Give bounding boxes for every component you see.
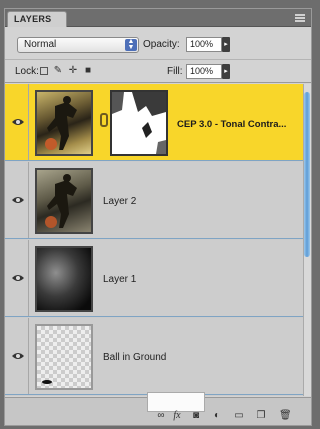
layer-row[interactable]: CEP 3.0 - Tonal Contra... — [5, 84, 305, 161]
visibility-toggle[interactable] — [7, 240, 29, 316]
layer-row[interactable]: Layer 1 — [5, 240, 305, 317]
lock-fill-row: Lock: ✎ ✛ ■ Fill: 100% ▸ — [5, 61, 311, 83]
layers-tab[interactable]: LAYERS — [7, 11, 67, 27]
blend-opacity-row: Normal ▲ ▼ Opacity: 100% ▸ — [5, 28, 311, 60]
opacity-arrow-icon[interactable]: ▸ — [222, 37, 230, 52]
new-layer-icon[interactable]: ❐ — [255, 410, 267, 422]
visibility-toggle[interactable] — [7, 84, 29, 160]
select-arrows-icon: ▲ ▼ — [125, 38, 137, 51]
layer-thumbnail[interactable] — [35, 324, 93, 390]
visibility-toggle[interactable] — [7, 318, 29, 394]
add-mask-icon[interactable]: ◙ — [190, 410, 202, 422]
scrollbar-thumb[interactable] — [304, 92, 310, 257]
layers-panel: LAYERS Normal ▲ ▼ Opacity: 100% ▸ Lock: ✎… — [4, 8, 312, 426]
layer-name[interactable]: Ball in Ground — [103, 352, 166, 363]
trash-icon[interactable]: 🗑 — [279, 410, 292, 422]
layer-name[interactable]: Layer 2 — [103, 196, 136, 207]
layer-row[interactable]: Layer 2 — [5, 162, 305, 239]
blend-mode-select[interactable]: Normal ▲ ▼ — [17, 37, 139, 53]
fill-arrow-icon[interactable]: ▸ — [222, 64, 230, 79]
new-group-icon[interactable]: ▭ — [233, 410, 245, 422]
opacity-field[interactable]: 100% — [186, 37, 222, 52]
eye-icon — [12, 119, 24, 125]
layer-thumbnail[interactable] — [35, 90, 93, 156]
mask-thumbnail[interactable] — [110, 90, 168, 156]
layer-name[interactable]: Layer 1 — [103, 274, 136, 285]
eye-icon — [12, 197, 24, 203]
lock-position-icon[interactable]: ✛ — [68, 66, 78, 76]
lock-transparent-icon[interactable] — [40, 67, 48, 75]
panel-footer: ∞ fx ◙ ◐ ▭ ❐ 🗑 — [5, 392, 311, 425]
blend-mode-value: Normal — [24, 39, 57, 50]
layer-row[interactable]: Ball in Ground — [5, 318, 305, 395]
lock-label: Lock: — [15, 66, 39, 77]
layers-scrollbar[interactable] — [303, 84, 311, 396]
footer-blank-field — [147, 392, 205, 412]
eye-icon — [12, 353, 24, 359]
adjustment-layer-icon[interactable]: ◐ — [211, 410, 223, 422]
link-layers-icon[interactable]: ∞ — [155, 410, 167, 422]
visibility-toggle[interactable] — [7, 162, 29, 238]
opacity-label: Opacity: — [143, 39, 180, 50]
eye-icon — [12, 275, 24, 281]
lock-all-icon[interactable]: ■ — [83, 66, 93, 76]
panel-menu-icon[interactable] — [295, 14, 305, 22]
layer-thumbnail[interactable] — [35, 246, 93, 312]
fill-label: Fill: — [167, 66, 183, 77]
mask-link-icon[interactable] — [100, 113, 108, 127]
lock-brush-icon[interactable]: ✎ — [53, 66, 63, 76]
layers-list: CEP 3.0 - Tonal Contra... Layer 2 Layer … — [5, 84, 311, 396]
layer-name[interactable]: CEP 3.0 - Tonal Contra... — [177, 119, 286, 130]
fx-icon[interactable]: fx — [171, 410, 183, 422]
fill-field[interactable]: 100% — [186, 64, 222, 79]
layer-thumbnail[interactable] — [35, 168, 93, 234]
panel-tab-bar: LAYERS — [5, 9, 311, 27]
